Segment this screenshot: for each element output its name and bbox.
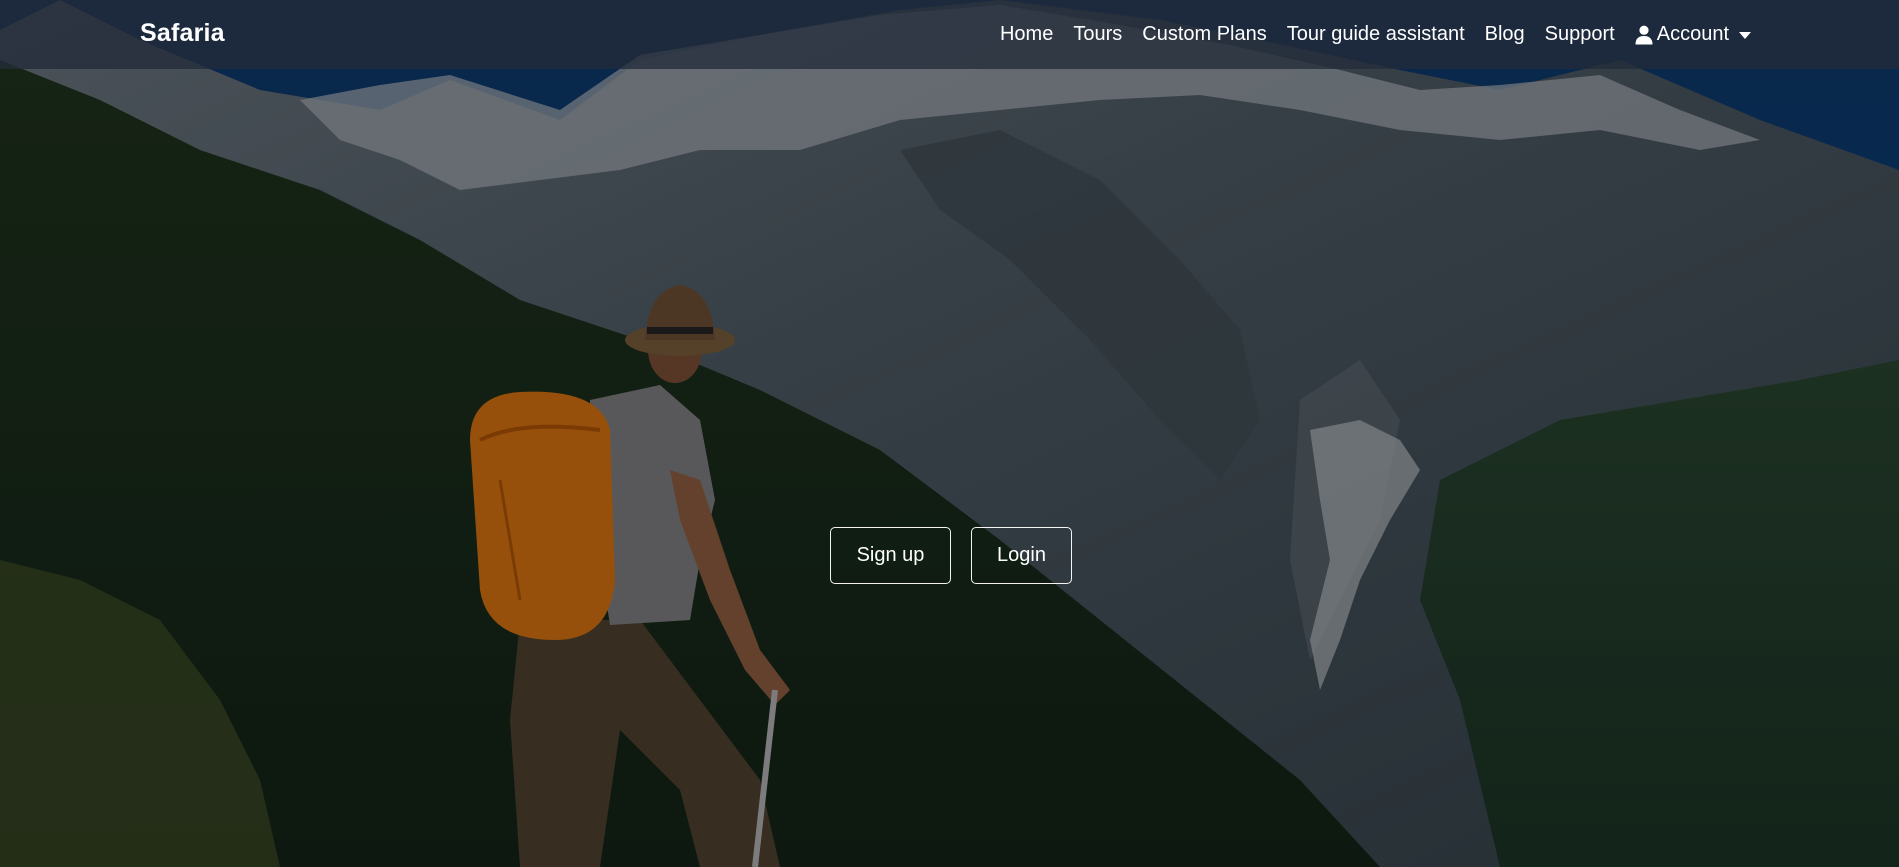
nav-link-tours[interactable]: Tours [1073, 23, 1122, 46]
login-button[interactable]: Login [971, 527, 1072, 584]
auth-buttons: Sign up Login [830, 527, 1072, 584]
signup-button[interactable]: Sign up [830, 527, 951, 584]
user-icon [1635, 25, 1653, 44]
nav-link-custom-plans[interactable]: Custom Plans [1142, 23, 1267, 46]
hero-section [0, 0, 1899, 867]
brand-logo[interactable]: Safaria [140, 19, 225, 48]
caret-down-icon [1739, 32, 1751, 39]
account-label: Account [1656, 23, 1729, 45]
nav-link-tour-guide-assistant[interactable]: Tour guide assistant [1287, 23, 1465, 46]
hero-background-image [0, 0, 1899, 867]
nav-link-support[interactable]: Support [1545, 23, 1615, 46]
account-dropdown[interactable]: Account [1635, 23, 1751, 46]
nav-menu: Home Tours Custom Plans Tour guide assis… [980, 0, 1751, 69]
navbar: Safaria Home Tours Custom Plans Tour gui… [0, 0, 1899, 69]
nav-link-home[interactable]: Home [1000, 23, 1053, 46]
nav-link-blog[interactable]: Blog [1485, 23, 1525, 46]
